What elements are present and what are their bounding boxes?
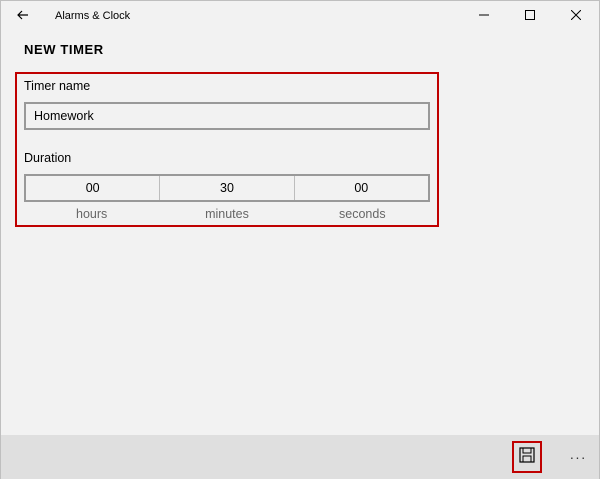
seconds-unit-label: seconds xyxy=(339,207,386,221)
back-arrow-icon xyxy=(17,7,29,25)
minimize-icon xyxy=(479,7,489,25)
maximize-icon xyxy=(525,7,535,25)
app-window: Alarms & Clock NEW TIMER Timer name Dura… xyxy=(0,0,600,479)
minimize-button[interactable] xyxy=(461,1,507,31)
save-button[interactable] xyxy=(512,441,542,473)
timer-form-highlight xyxy=(15,72,439,227)
title-bar: Alarms & Clock xyxy=(1,1,599,31)
save-disk-icon xyxy=(519,446,535,468)
hours-unit-label: hours xyxy=(76,207,108,221)
duration-label: Duration xyxy=(24,151,72,165)
hours-field[interactable]: 00 xyxy=(26,176,159,200)
seconds-field[interactable]: 00 xyxy=(293,176,428,200)
timer-name-label: Timer name xyxy=(24,79,91,93)
more-options-button[interactable]: ··· xyxy=(563,441,593,473)
app-title: Alarms & Clock xyxy=(55,10,131,22)
window-controls xyxy=(461,1,599,31)
minutes-field[interactable]: 30 xyxy=(159,176,293,200)
close-button[interactable] xyxy=(553,1,599,31)
command-bar: ··· xyxy=(1,435,599,479)
minutes-unit-label: minutes xyxy=(205,207,249,221)
duration-units: hours minutes seconds xyxy=(24,207,430,221)
timer-name-input[interactable] xyxy=(24,102,430,130)
duration-picker: 00 30 00 xyxy=(24,174,430,202)
maximize-button[interactable] xyxy=(507,1,553,31)
page-title: NEW TIMER xyxy=(24,42,104,57)
close-icon xyxy=(570,7,582,25)
back-button[interactable] xyxy=(1,1,45,31)
